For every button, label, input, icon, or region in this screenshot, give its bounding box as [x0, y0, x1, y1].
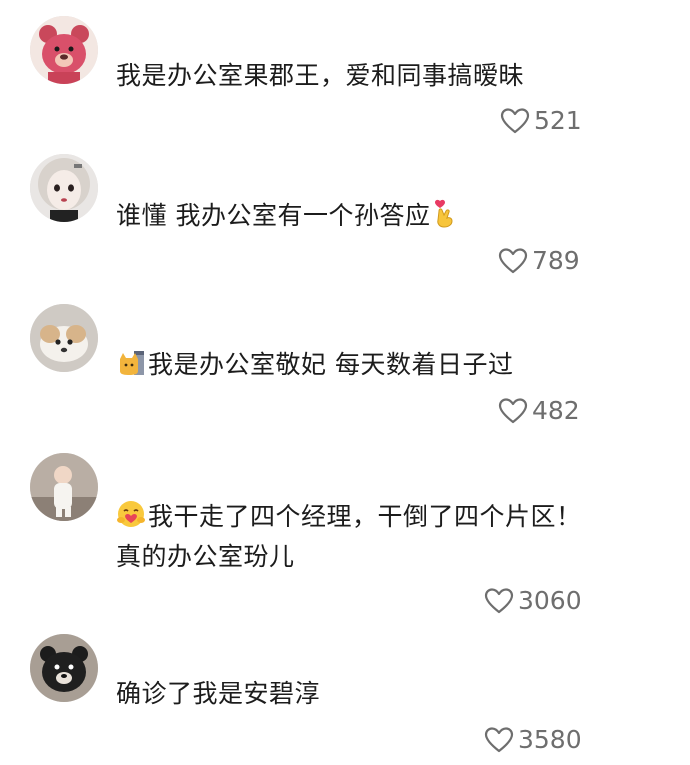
like-count: 789 — [532, 246, 580, 275]
comment-text: 我是办公室果郡王，爱和同事搞暧昧 — [116, 58, 656, 94]
comment-text-line: 确诊了我是安碧淳 — [116, 679, 321, 708]
heart-icon[interactable] — [498, 247, 528, 275]
comment-text: 谁懂 我办公室有一个孙答应 — [116, 198, 656, 234]
comment-text-line: 真的办公室玢儿 — [116, 542, 295, 571]
like-button[interactable]: 789 — [498, 246, 580, 275]
doll-girl-avatar[interactable] — [30, 154, 98, 222]
comment-text: 我干走了四个经理，干倒了四个片区！ 真的办公室玢儿 — [116, 499, 656, 575]
comment-text-line: 我是办公室敬妃 每天数着日子过 — [148, 350, 514, 379]
black-bear-avatar[interactable] — [30, 634, 98, 702]
heart-icon[interactable] — [498, 397, 528, 425]
like-button[interactable]: 3060 — [484, 586, 582, 615]
hug-emoji — [116, 499, 146, 529]
puppy-avatar[interactable] — [30, 304, 98, 372]
finger-heart-emoji — [430, 198, 460, 228]
like-button[interactable]: 3580 — [484, 725, 582, 754]
like-button[interactable]: 482 — [498, 396, 580, 425]
baby-avatar[interactable] — [30, 453, 98, 521]
like-count: 482 — [532, 396, 580, 425]
comment-text-line: 谁懂 我办公室有一个孙答应 — [116, 201, 431, 230]
heart-icon[interactable] — [500, 107, 530, 135]
comment-text: 我是办公室敬妃 每天数着日子过 — [116, 347, 656, 383]
heart-icon[interactable] — [484, 587, 514, 615]
cat-calendar-emoji — [116, 347, 146, 377]
like-count: 521 — [534, 106, 582, 135]
heart-icon[interactable] — [484, 726, 514, 754]
like-button[interactable]: 521 — [500, 106, 582, 135]
like-count: 3060 — [518, 586, 582, 615]
strawberry-bear-avatar[interactable] — [30, 16, 98, 84]
comment-text-line: 我干走了四个经理，干倒了四个片区！ — [148, 502, 582, 531]
comment-text: 确诊了我是安碧淳 — [116, 676, 656, 712]
comment-text-line: 我是办公室果郡王，爱和同事搞暧昧 — [116, 61, 525, 90]
like-count: 3580 — [518, 725, 582, 754]
